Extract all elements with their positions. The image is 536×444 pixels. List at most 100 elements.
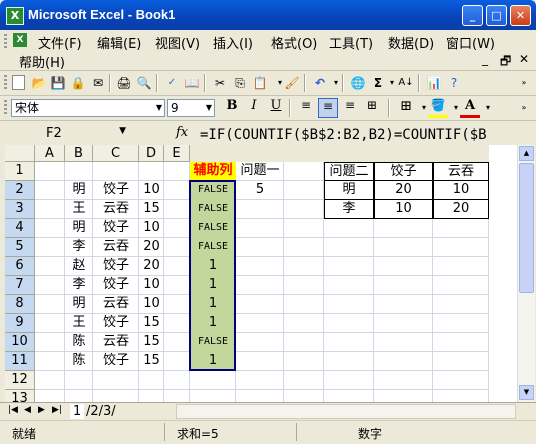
food-cell[interactable]: 饺子: [93, 276, 139, 295]
pivot-header[interactable]: 云吞: [433, 162, 489, 181]
toolbar-options-icon[interactable]: »: [516, 75, 532, 91]
toolbar-grip[interactable]: [4, 100, 7, 116]
cell[interactable]: [374, 257, 433, 276]
menu-tools[interactable]: 工具(T): [329, 33, 373, 52]
pivot-yuntun[interactable]: 10: [433, 181, 489, 200]
chevron-down-icon[interactable]: ▼: [119, 126, 126, 136]
column-header-d[interactable]: D: [139, 145, 164, 162]
restore-window-icon[interactable]: 🗗: [500, 52, 511, 73]
pivot-name[interactable]: 李: [324, 200, 374, 219]
toolbar-grip[interactable]: [4, 75, 7, 91]
helper-cell[interactable]: 1: [190, 276, 236, 295]
close-button[interactable]: ✕: [510, 5, 531, 26]
cell[interactable]: [236, 257, 284, 276]
prev-sheet-icon[interactable]: ◀: [24, 405, 31, 415]
column-header-c[interactable]: C: [93, 145, 139, 162]
cell[interactable]: [374, 371, 433, 390]
cell[interactable]: [433, 371, 489, 390]
cell[interactable]: [433, 352, 489, 371]
menu-grip[interactable]: [4, 34, 7, 48]
fx-icon[interactable]: fx: [176, 125, 188, 140]
name-cell[interactable]: 王: [65, 314, 93, 333]
helper-cell[interactable]: FALSE: [190, 333, 236, 352]
cell[interactable]: [164, 257, 190, 276]
row-header-10[interactable]: 10: [5, 333, 35, 352]
cell[interactable]: [164, 295, 190, 314]
scroll-thumb[interactable]: [519, 163, 534, 293]
cell[interactable]: [324, 219, 374, 238]
cell[interactable]: [433, 295, 489, 314]
qty-cell[interactable]: 10: [139, 295, 164, 314]
row-header-13[interactable]: 13: [5, 390, 35, 402]
last-sheet-icon[interactable]: ▶|: [52, 405, 62, 415]
cell[interactable]: [65, 390, 93, 402]
chevron-down-icon[interactable]: ▼: [156, 100, 162, 116]
cell[interactable]: [65, 162, 93, 181]
menu-edit[interactable]: 编辑(E): [97, 33, 141, 52]
align-left-button[interactable]: ≡: [296, 98, 316, 118]
permission-icon[interactable]: 🔒: [70, 75, 86, 91]
close-workbook-icon[interactable]: ✕: [519, 52, 529, 66]
food-cell[interactable]: 云吞: [93, 238, 139, 257]
menu-insert[interactable]: 插入(I): [213, 33, 253, 52]
menu-file[interactable]: 文件(F): [38, 33, 82, 52]
pivot-jiaozi[interactable]: 20: [374, 181, 433, 200]
cell[interactable]: [139, 390, 164, 402]
name-cell[interactable]: 赵: [65, 257, 93, 276]
font-size-combo[interactable]: 9 ▼: [167, 99, 215, 117]
row-header-2[interactable]: 2: [5, 181, 35, 200]
row-header-3[interactable]: 3: [5, 200, 35, 219]
sort-ascending-icon[interactable]: A↓: [398, 75, 414, 91]
format-painter-icon[interactable]: 🖌: [284, 75, 300, 91]
underline-button[interactable]: U: [266, 98, 286, 118]
helper-cell[interactable]: FALSE: [190, 200, 236, 219]
worksheet-grid[interactable]: A B C D E 1 2 3 4 5 6 7 8 9 10 11 12 13 辅助列 问题一明饺子 10 FALSE 王云…: [5, 145, 517, 402]
fill-color-button[interactable]: 🪣: [428, 98, 448, 118]
cell[interactable]: [164, 314, 190, 333]
cell[interactable]: [324, 314, 374, 333]
scroll-down-icon[interactable]: ▼: [519, 385, 534, 400]
research-icon[interactable]: 📖: [184, 75, 200, 91]
helper-cell[interactable]: 1: [190, 314, 236, 333]
helper-cell[interactable]: 1: [190, 295, 236, 314]
font-color-button[interactable]: A: [460, 98, 480, 118]
cell[interactable]: [284, 333, 324, 352]
cell[interactable]: [35, 352, 65, 371]
food-cell[interactable]: 饺子: [93, 352, 139, 371]
excel-app-icon[interactable]: X: [6, 7, 24, 25]
cell[interactable]: [164, 333, 190, 352]
cell[interactable]: [35, 238, 65, 257]
food-cell[interactable]: 饺子: [93, 314, 139, 333]
cell[interactable]: [164, 390, 190, 402]
qty-cell[interactable]: 15: [139, 200, 164, 219]
cell[interactable]: [324, 295, 374, 314]
cell[interactable]: [284, 219, 324, 238]
cell[interactable]: [35, 295, 65, 314]
chart-wizard-icon[interactable]: 📊: [426, 75, 442, 91]
row-header-8[interactable]: 8: [5, 295, 35, 314]
italic-button[interactable]: I: [244, 98, 264, 118]
cell[interactable]: [433, 238, 489, 257]
cell[interactable]: [374, 295, 433, 314]
row-header-6[interactable]: 6: [5, 257, 35, 276]
help-icon[interactable]: ?: [446, 75, 462, 91]
cell[interactable]: [324, 352, 374, 371]
undo-icon[interactable]: ↶: [312, 75, 328, 91]
restore-minimize-icon[interactable]: _: [482, 52, 488, 66]
cell[interactable]: [374, 333, 433, 352]
email-icon[interactable]: ✉: [90, 75, 106, 91]
cell[interactable]: [164, 371, 190, 390]
qty-cell[interactable]: 20: [139, 238, 164, 257]
chevron-down-icon[interactable]: ▼: [206, 100, 212, 116]
pivot-name[interactable]: 明: [324, 181, 374, 200]
cell[interactable]: [433, 314, 489, 333]
helper-cell[interactable]: FALSE: [190, 181, 236, 200]
row-header-7[interactable]: 7: [5, 276, 35, 295]
cell[interactable]: [433, 276, 489, 295]
cell[interactable]: [35, 200, 65, 219]
cell[interactable]: [374, 352, 433, 371]
food-cell[interactable]: 饺子: [93, 181, 139, 200]
cell[interactable]: [284, 200, 324, 219]
cell[interactable]: [236, 219, 284, 238]
cell[interactable]: [164, 352, 190, 371]
